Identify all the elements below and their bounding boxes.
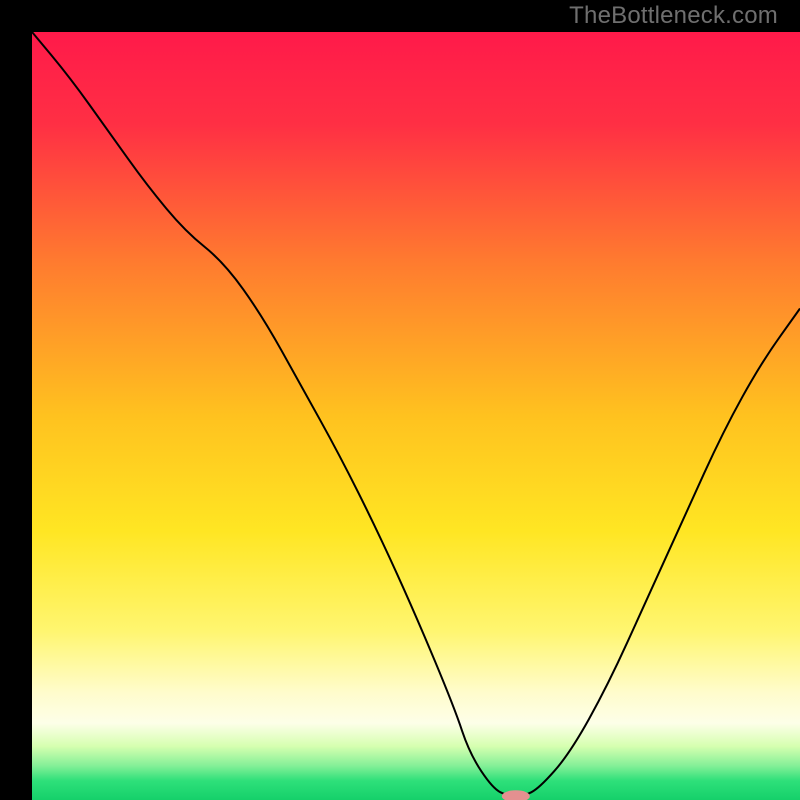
chart-background xyxy=(32,32,800,800)
chart-frame xyxy=(0,0,800,800)
watermark-label: TheBottleneck.com xyxy=(569,2,778,30)
chart-plot xyxy=(32,32,800,800)
